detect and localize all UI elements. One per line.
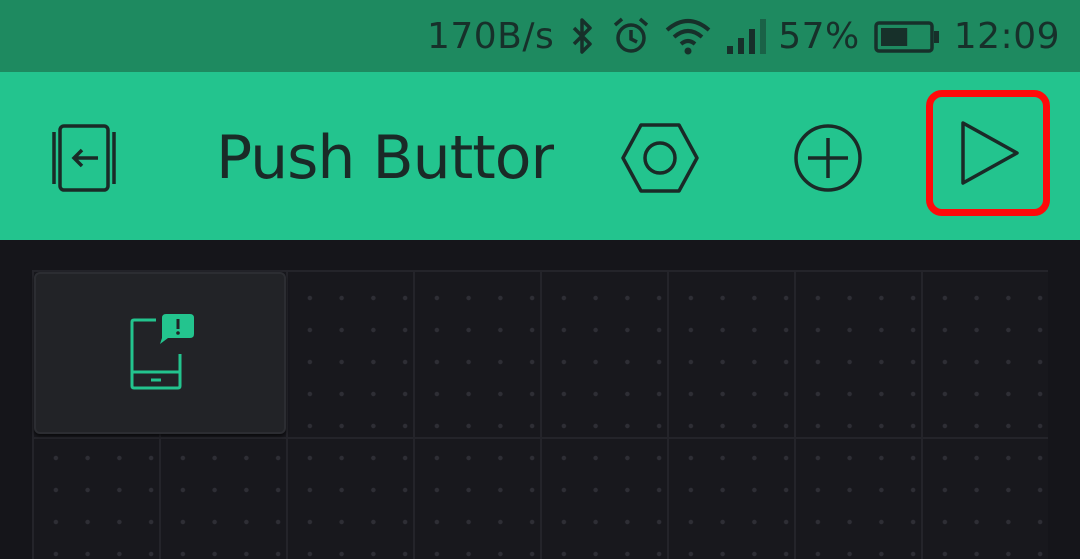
hexagon-settings-icon	[621, 123, 699, 193]
add-widget-button[interactable]	[786, 116, 870, 200]
exit-project-icon	[52, 124, 116, 192]
battery-icon	[874, 16, 940, 56]
status-bar: 170B/s 57% 12:09	[0, 0, 1080, 72]
battery-fill	[880, 28, 907, 46]
net-speed-text: 170B/s	[426, 15, 555, 57]
net-speed: 170B/s	[427, 16, 554, 57]
bluetooth-icon	[568, 16, 598, 56]
clock-text: 12:09	[953, 15, 1060, 57]
signal-icon	[726, 16, 770, 56]
battery-percent: 57%	[778, 16, 860, 57]
play-icon	[961, 121, 1019, 185]
notification-widget[interactable]	[34, 272, 286, 434]
project-settings-button[interactable]	[618, 116, 702, 200]
project-title: Push Buttor	[216, 123, 554, 193]
clock: 12:09	[954, 16, 1060, 57]
wifi-icon	[664, 16, 712, 56]
add-circle-icon	[794, 124, 862, 192]
exit-project-button[interactable]	[44, 118, 124, 198]
app-toolbar: Push Buttor	[0, 72, 1080, 240]
battery-percent-text: 57%	[778, 15, 860, 57]
project-canvas[interactable]	[0, 240, 1080, 559]
phone-notification-icon	[130, 314, 194, 390]
alarm-icon	[612, 16, 650, 56]
play-button[interactable]	[926, 90, 1050, 216]
